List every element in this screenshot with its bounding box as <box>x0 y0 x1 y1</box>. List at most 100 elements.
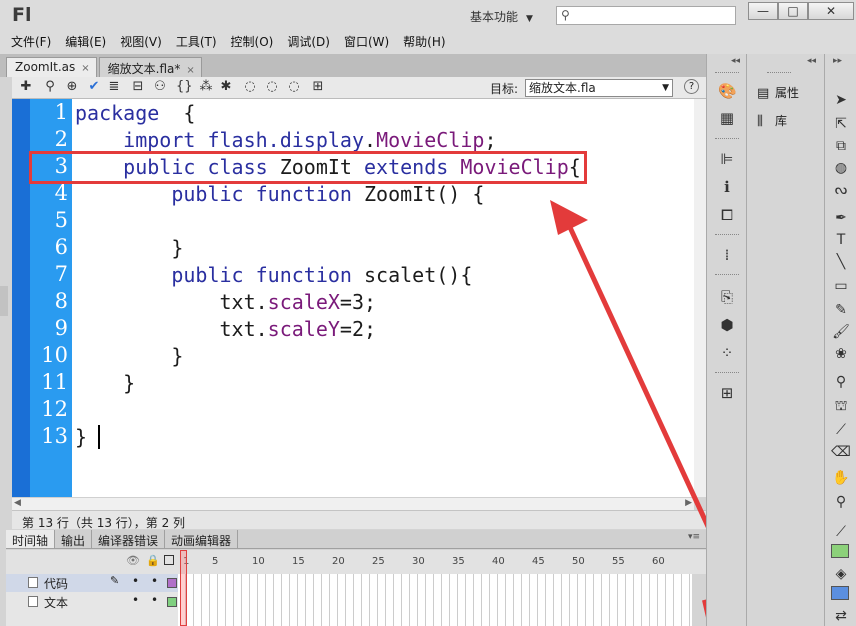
close-icon[interactable]: × <box>81 63 89 74</box>
collapse-icon[interactable]: ◂◂ <box>807 56 816 66</box>
selection-tool-icon[interactable]: ➤ <box>831 90 851 110</box>
tab-motion-editor[interactable]: 动画编辑器 <box>165 530 239 548</box>
maximize-button[interactable]: □ <box>778 2 808 20</box>
line-tool-icon[interactable]: ╲ <box>831 252 851 272</box>
help-search-input[interactable]: ⚲ <box>556 6 736 25</box>
close-button[interactable]: ✕ <box>808 2 854 20</box>
layer-name[interactable]: 文本 <box>44 594 68 611</box>
stroke-color-swatch[interactable] <box>831 544 849 558</box>
code-line: txt.scaleY=2; <box>75 317 377 341</box>
menu-debug[interactable]: 调试(D) <box>287 32 330 54</box>
properties-tab[interactable]: ▤ 属性 <box>757 84 799 101</box>
add-statement-icon[interactable]: ✚ <box>18 79 34 95</box>
debug-options-icon[interactable]: ⚇ <box>152 79 168 95</box>
eyedropper-tool-icon[interactable]: ⟋ <box>831 420 851 440</box>
paint-bucket-tool-icon[interactable]: ⛫ <box>831 396 851 416</box>
tab-compiler-errors[interactable]: 编译器错误 <box>92 530 166 548</box>
text-tool-icon[interactable]: T <box>831 230 851 250</box>
auto-format-icon[interactable]: ≣ <box>106 79 122 95</box>
menu-control[interactable]: 控制(O) <box>231 32 274 54</box>
scroll-left-icon[interactable]: ◀ <box>14 498 21 508</box>
layer-row[interactable]: 文本 • • <box>6 593 178 611</box>
hand-tool-icon[interactable]: ✋ <box>831 468 851 488</box>
tab-output[interactable]: 输出 <box>55 530 93 548</box>
menu-help[interactable]: 帮助(H) <box>403 32 445 54</box>
swap-colors-icon[interactable]: ⇄ <box>831 606 851 626</box>
close-icon[interactable]: × <box>186 65 194 76</box>
layer-name[interactable]: 代码 <box>44 575 68 592</box>
menu-file[interactable]: 文件(F) <box>11 32 51 54</box>
actions-panel-icon[interactable]: ⎘ <box>718 288 736 306</box>
panel-collapse-handle[interactable] <box>0 286 8 316</box>
movie-explorer-icon[interactable]: ⊞ <box>718 384 736 402</box>
pencil-tool-icon[interactable]: ✎ <box>831 300 851 320</box>
apply-block-comment-icon[interactable]: ◌ <box>242 79 258 95</box>
swatches-panel-icon[interactable]: ▦ <box>718 109 736 127</box>
layer-color-swatch[interactable] <box>167 597 177 607</box>
pen-tool-icon[interactable]: ✒ <box>831 208 851 228</box>
subselection-tool-icon[interactable]: ⇱ <box>831 114 851 134</box>
check-syntax-icon[interactable]: ✔ <box>86 79 102 95</box>
code-line: txt.scaleX=3; <box>75 290 377 314</box>
lock-dot[interactable]: • <box>151 593 158 607</box>
components-panel-icon[interactable]: ⬢ <box>718 316 736 334</box>
target-select[interactable]: 缩放文本.fla ▼ <box>525 79 673 97</box>
code-hint-icon[interactable]: ⊟ <box>130 79 146 95</box>
rectangle-tool-icon[interactable]: ▭ <box>831 276 851 296</box>
lock-icon[interactable]: 🔒 <box>146 554 160 567</box>
tab-fla-document[interactable]: 缩放文本.fla* × <box>98 57 202 77</box>
eye-icon[interactable]: 👁 <box>126 554 140 567</box>
layer-color-swatch[interactable] <box>167 578 177 588</box>
tools-panel: ▸▸ ➤ ⇱ ⧉ ◍ ᔓ ✒ T ╲ ▭ ✎ 🖌 ❀ ⚲ ⛫ ⟋ ⌫ ✋ ⚲ ⟋… <box>824 54 856 626</box>
playhead[interactable] <box>180 550 187 626</box>
line-number: 11 <box>41 370 68 394</box>
frame-grid[interactable] <box>178 574 692 626</box>
lasso-tool-icon[interactable]: ᔓ <box>831 180 851 200</box>
collapse-icon[interactable]: ◂◂ <box>731 56 740 66</box>
remove-comment-icon[interactable]: ◌ <box>286 79 302 95</box>
library-tab[interactable]: ⫼ 库 <box>757 112 787 129</box>
find-icon[interactable]: ⚲ <box>42 79 58 95</box>
code-snippets-icon[interactable]: ⁞ <box>718 246 736 264</box>
lock-dot[interactable]: • <box>151 574 158 588</box>
workspace-switcher[interactable]: 基本功能 ▼ <box>470 8 533 25</box>
collapse-icon[interactable]: ▸▸ <box>833 56 842 66</box>
zoom-tool-icon[interactable]: ⚲ <box>831 492 851 512</box>
visibility-dot[interactable]: • <box>132 574 139 588</box>
help-icon[interactable]: ? <box>684 79 699 94</box>
transform-panel-icon[interactable]: ⧠ <box>718 206 736 224</box>
menu-tools[interactable]: 工具(T) <box>176 32 217 54</box>
fill-color-icon[interactable]: ◈ <box>831 564 851 584</box>
info-panel-icon[interactable]: ℹ <box>718 178 736 196</box>
color-panel-icon[interactable]: 🎨 <box>718 82 737 100</box>
collapse-between-braces-icon[interactable]: {} <box>176 79 193 95</box>
collapse-selection-icon[interactable]: ⁂ <box>198 79 214 95</box>
deco-tool-icon[interactable]: ❀ <box>831 344 851 364</box>
outline-icon[interactable] <box>164 555 174 565</box>
tab-zoomit-as[interactable]: ZoomIt.as × <box>6 57 97 77</box>
stroke-color-icon[interactable]: ⟋ <box>831 522 851 542</box>
minimize-button[interactable]: — <box>748 2 778 20</box>
apply-line-comment-icon[interactable]: ◌ <box>264 79 280 95</box>
expand-all-icon[interactable]: ✱ <box>218 79 234 95</box>
line-number: 10 <box>41 343 68 367</box>
menu-window[interactable]: 窗口(W) <box>344 32 389 54</box>
fill-color-swatch[interactable] <box>831 586 849 600</box>
free-transform-tool-icon[interactable]: ⧉ <box>831 136 851 156</box>
menu-view[interactable]: 视图(V) <box>120 32 162 54</box>
panel-menu-icon[interactable]: ▾≡ <box>688 532 700 542</box>
bone-tool-icon[interactable]: ⚲ <box>831 372 851 392</box>
show-toolbox-icon[interactable]: ⊞ <box>310 79 326 95</box>
eraser-tool-icon[interactable]: ⌫ <box>831 442 851 462</box>
target-path-icon[interactable]: ⊕ <box>64 79 80 95</box>
layer-row[interactable]: 代码 ✎ • • <box>6 574 178 592</box>
menu-edit[interactable]: 编辑(E) <box>65 32 106 54</box>
brush-tool-icon[interactable]: 🖌 <box>831 322 851 342</box>
frame-number: 60 <box>652 556 665 567</box>
align-panel-icon[interactable]: ⊫ <box>718 150 736 168</box>
panel-grip <box>715 138 739 141</box>
motion-presets-icon[interactable]: ⁘ <box>718 344 736 362</box>
3d-rotation-tool-icon[interactable]: ◍ <box>831 158 851 178</box>
tab-timeline[interactable]: 时间轴 <box>6 530 56 548</box>
visibility-dot[interactable]: • <box>132 593 139 607</box>
